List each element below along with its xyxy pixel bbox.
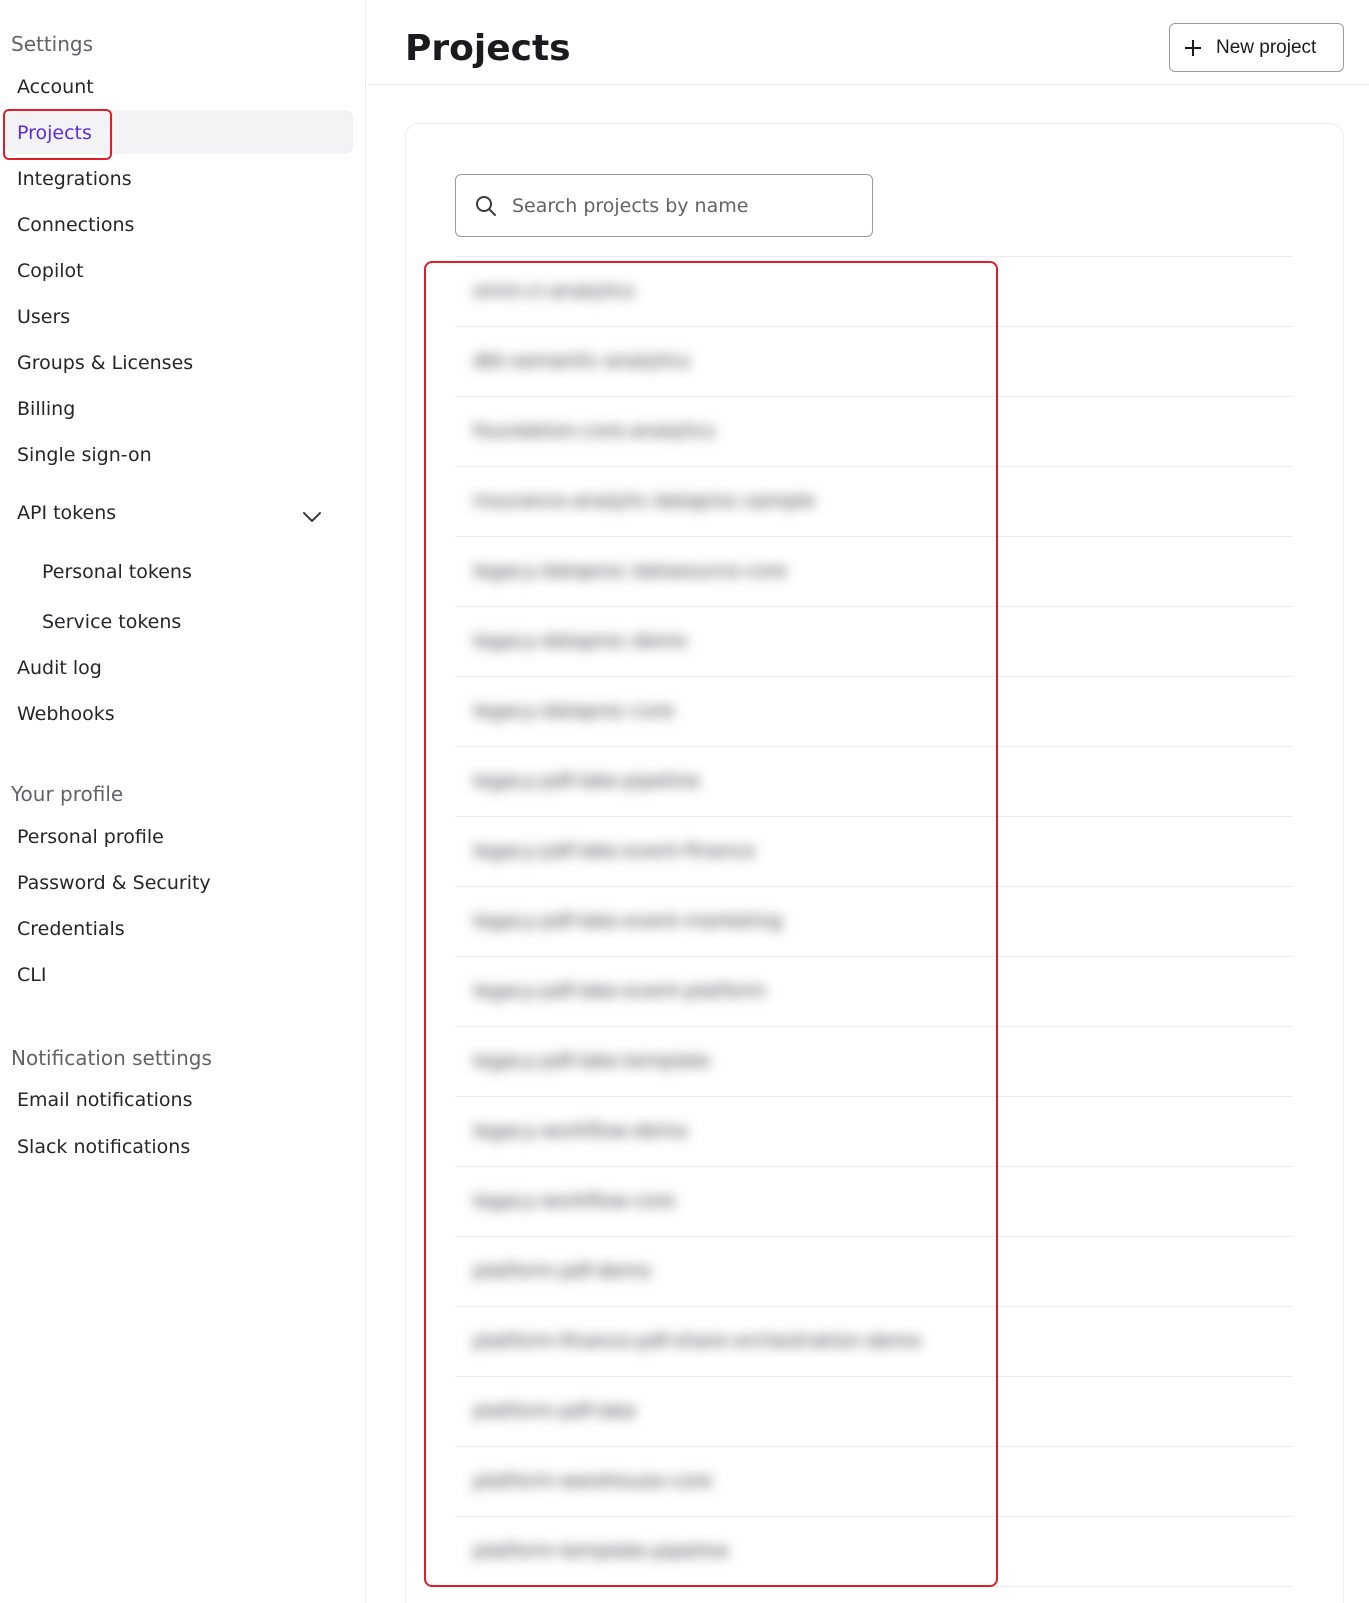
project-row[interactable]: platform-template-pipeline <box>455 1516 1292 1585</box>
project-name[interactable]: insurance-analytic-dataproc-sample <box>473 490 815 512</box>
row-divider <box>455 1586 1292 1587</box>
search-input[interactable] <box>512 194 842 217</box>
sidebar-item-slack-notifications[interactable]: Slack notifications <box>17 1136 190 1158</box>
project-row[interactable]: dbt-semantic-analytics <box>455 326 1292 395</box>
project-row[interactable]: foundation-core-analytics <box>455 396 1292 465</box>
project-name[interactable]: legacy-dataproc-datasource-core <box>473 560 787 582</box>
sidebar-item-credentials[interactable]: Credentials <box>17 918 125 940</box>
project-name[interactable]: platform-pdf-demo <box>473 1260 651 1282</box>
plus-icon <box>1185 39 1201 56</box>
chevron-down-icon[interactable] <box>302 510 322 524</box>
sidebar-item-webhooks[interactable]: Webhooks <box>17 703 115 725</box>
project-name[interactable]: legacy-dataproc-core <box>473 700 674 722</box>
sidebar-item-billing[interactable]: Billing <box>17 398 75 420</box>
project-row[interactable]: legacy-dataproc-datasource-core <box>455 536 1292 605</box>
sidebar-item-api-tokens[interactable]: API tokens <box>17 502 116 524</box>
project-row[interactable]: legacy-pdf-lake-event-finance <box>455 816 1292 885</box>
project-row[interactable]: legacy-dataproc-core <box>455 676 1292 745</box>
search-field[interactable] <box>455 174 873 237</box>
project-name[interactable]: dbt-semantic-analytics <box>473 350 690 372</box>
header-divider <box>367 84 1369 85</box>
sidebar-item-connections[interactable]: Connections <box>17 214 134 236</box>
sidebar-item-single-sign-on[interactable]: Single sign-on <box>17 444 152 466</box>
project-name[interactable]: legacy-pdf-lake-event-platform <box>473 980 766 1002</box>
new-project-button[interactable]: New project <box>1169 23 1344 72</box>
project-name[interactable]: legacy-pdf-lake-pipeline <box>473 770 700 792</box>
page-title: Projects <box>405 28 571 69</box>
section-title-your-profile: Your profile <box>11 782 124 806</box>
project-name[interactable]: legacy-dataproc-demo <box>473 630 687 652</box>
sidebar-item-account[interactable]: Account <box>17 76 94 98</box>
project-name[interactable]: legacy-pdf-lake-event-finance <box>473 840 755 862</box>
project-row[interactable]: platform-pdf-lake <box>455 1376 1292 1445</box>
section-title-settings: Settings <box>11 32 94 56</box>
project-name[interactable]: foundation-core-analytics <box>473 420 715 442</box>
project-name[interactable]: platform-finance-pdf-share-orchestration… <box>473 1330 921 1352</box>
new-project-label: New project <box>1216 36 1317 58</box>
sidebar-item-personal-profile[interactable]: Personal profile <box>17 826 164 848</box>
sidebar-item-audit-log[interactable]: Audit log <box>17 657 102 679</box>
project-row[interactable]: legacy-pdf-lake-event-platform <box>455 956 1292 1025</box>
project-name[interactable]: legacy-workflow-demo <box>473 1120 688 1142</box>
project-name[interactable]: omni-ci-analytics <box>473 280 635 302</box>
project-row[interactable]: legacy-pdf-lake-pipeline <box>455 746 1292 815</box>
project-name[interactable]: platform-warehouse-core <box>473 1470 712 1492</box>
project-name[interactable]: legacy-workflow-core <box>473 1190 675 1212</box>
project-name[interactable]: platform-pdf-lake <box>473 1400 636 1422</box>
project-row[interactable]: legacy-workflow-core <box>455 1166 1292 1235</box>
project-row[interactable]: platform-pdf-demo <box>455 1236 1292 1305</box>
sidebar-item-password-security[interactable]: Password & Security <box>17 872 211 894</box>
sidebar-item-integrations[interactable]: Integrations <box>17 168 132 190</box>
project-row[interactable]: insurance-analytic-dataproc-sample <box>455 466 1292 535</box>
search-icon <box>476 195 496 216</box>
sidebar-item-email-notifications[interactable]: Email notifications <box>17 1089 193 1111</box>
sidebar-item-users[interactable]: Users <box>17 306 70 328</box>
sidebar-item-service-tokens[interactable]: Service tokens <box>42 611 181 633</box>
projects-highlight-box <box>3 109 112 160</box>
sidebar-item-groups-licenses[interactable]: Groups & Licenses <box>17 352 193 374</box>
sidebar-item-copilot[interactable]: Copilot <box>17 260 84 282</box>
project-row[interactable]: platform-warehouse-core <box>455 1446 1292 1515</box>
project-row[interactable]: legacy-pdf-lake-event-marketing <box>455 886 1292 955</box>
project-row[interactable]: legacy-workflow-demo <box>455 1096 1292 1165</box>
section-title-notification-settings: Notification settings <box>11 1046 212 1070</box>
project-name[interactable]: platform-template-pipeline <box>473 1540 729 1562</box>
sidebar-item-personal-tokens[interactable]: Personal tokens <box>42 561 192 583</box>
project-row[interactable]: legacy-dataproc-demo <box>455 606 1292 675</box>
project-row[interactable]: platform-finance-pdf-share-orchestration… <box>455 1306 1292 1375</box>
settings-sidebar: Settings Account Projects Integrations C… <box>0 0 366 1603</box>
project-name[interactable]: legacy-pdf-lake-event-marketing <box>473 910 782 932</box>
project-name[interactable]: legacy-pdf-lake-template <box>473 1050 710 1072</box>
sidebar-item-cli[interactable]: CLI <box>17 964 46 986</box>
project-row[interactable]: legacy-pdf-lake-template <box>455 1026 1292 1095</box>
project-row[interactable]: omni-ci-analytics <box>455 256 1292 325</box>
